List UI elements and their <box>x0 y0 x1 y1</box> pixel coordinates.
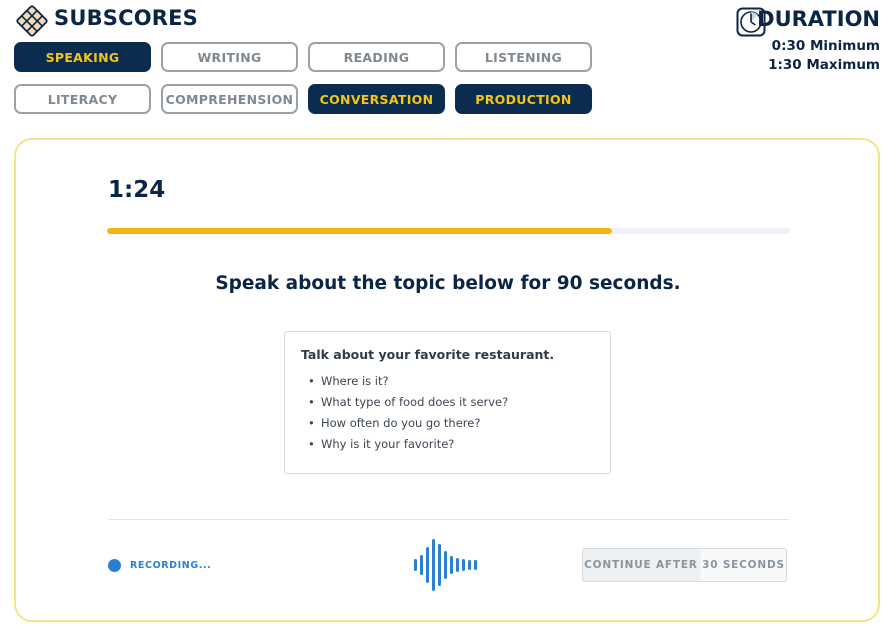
recording-dot-icon <box>108 559 121 572</box>
tab-listening[interactable]: LISTENING <box>455 42 592 72</box>
topic-bullet: What type of food does it serve? <box>301 395 594 409</box>
continue-button[interactable]: CONTINUE AFTER 30 SECONDS <box>582 548 787 582</box>
countdown-timer: 1:24 <box>108 177 166 203</box>
footer-divider <box>108 519 789 520</box>
topic-bullet: How often do you go there? <box>301 416 594 430</box>
duration-minimum: 0:30 Minimum <box>771 38 880 54</box>
progress-bar <box>107 228 790 234</box>
tab-production[interactable]: PRODUCTION <box>455 84 592 114</box>
tab-speaking[interactable]: SPEAKING <box>14 42 151 72</box>
topic-list: Where is it? What type of food does it s… <box>301 374 594 451</box>
topic-bullet: Why is it your favorite? <box>301 437 594 451</box>
subscores-title: SUBSCORES <box>54 6 199 30</box>
audio-waveform-icon <box>414 539 477 591</box>
topic-heading: Talk about your favorite restaurant. <box>301 347 555 362</box>
recording-status: RECORDING... <box>130 560 212 571</box>
progress-bar-fill <box>107 228 613 234</box>
task-instruction: Speak about the topic below for 90 secon… <box>215 273 681 294</box>
diamond-grid-icon <box>16 5 48 37</box>
tab-literacy[interactable]: LITERACY <box>14 84 151 114</box>
topic-box: Talk about your favorite restaurant. Whe… <box>284 331 611 474</box>
duration-title: DURATION <box>757 7 880 31</box>
tab-reading[interactable]: READING <box>308 42 445 72</box>
tab-conversation[interactable]: CONVERSATION <box>308 84 445 114</box>
tab-writing[interactable]: WRITING <box>161 42 298 72</box>
duration-maximum: 1:30 Maximum <box>768 57 880 73</box>
tab-comprehension[interactable]: COMPREHENSION <box>161 84 298 114</box>
topic-bullet: Where is it? <box>301 374 594 388</box>
